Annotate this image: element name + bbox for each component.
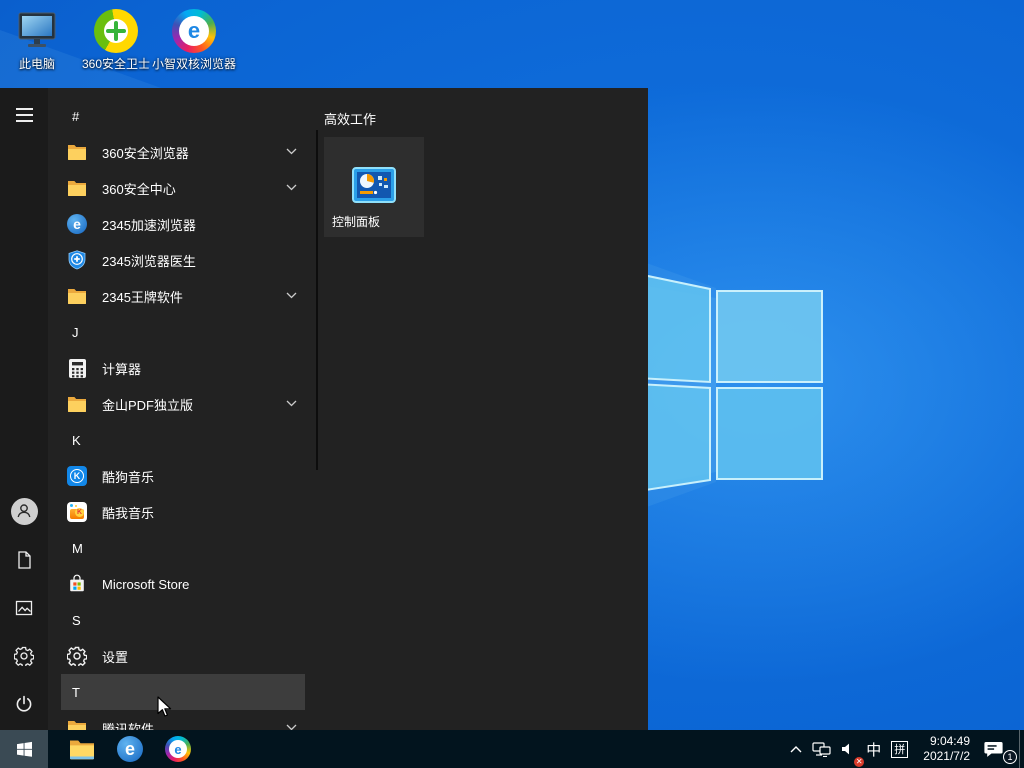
chevron-down-icon <box>286 148 297 155</box>
desktop-icon-label: 360安全卫士 <box>81 57 151 71</box>
app-row-2345-suite[interactable]: 2345王牌软件 <box>61 278 305 314</box>
browser-e-icon: e <box>117 736 143 762</box>
app-list-header[interactable]: S <box>61 602 305 638</box>
app-list-header[interactable]: K <box>61 422 305 458</box>
app-list-header[interactable]: # <box>61 98 305 134</box>
taskbar-file-explorer-button[interactable] <box>62 730 102 768</box>
tile-label: 控制面板 <box>332 215 381 229</box>
show-desktop-button[interactable] <box>1019 730 1024 768</box>
taskbar: e e ✕ 中 拼 9:04:49 2021/7/2 1 <box>0 730 1024 768</box>
tray-hidden-icons-button[interactable] <box>785 730 807 768</box>
app-list-header[interactable]: M <box>61 530 305 566</box>
app-row-tencent-software[interactable]: 腾讯软件 <box>61 710 305 730</box>
rail-hamburger-button[interactable] <box>0 91 48 139</box>
chevron-down-icon <box>286 184 297 191</box>
xiaozhi-browser-icon: e <box>165 736 191 762</box>
tile-control-panel[interactable]: 控制面板 <box>324 137 424 237</box>
browser-e-icon: e <box>66 213 88 235</box>
volume-muted-icon <box>842 743 850 755</box>
power-icon <box>16 695 32 712</box>
desktop-icon-360-safety[interactable]: 360安全卫士 <box>73 8 159 71</box>
rail-account-button[interactable] <box>0 487 48 535</box>
app-row-kugou-music[interactable]: K 酷狗音乐 <box>61 458 305 494</box>
network-icon <box>812 741 831 757</box>
app-row-kuwo-music[interactable]: K 酷我音乐 <box>61 494 305 530</box>
app-row-microsoft-store[interactable]: Microsoft Store <box>61 566 305 602</box>
user-icon <box>10 497 38 525</box>
gear-icon <box>14 646 34 666</box>
chevron-down-icon <box>286 292 297 299</box>
tray-volume-button[interactable]: ✕ <box>836 730 865 768</box>
control-panel-icon <box>352 167 396 208</box>
pinyin-indicator: 拼 <box>891 740 909 758</box>
app-row-kingsoft-pdf[interactable]: 金山PDF独立版 <box>61 386 305 422</box>
shield-plus-icon <box>66 249 88 271</box>
picture-icon <box>15 600 33 616</box>
app-row-calculator[interactable]: 计算器 <box>61 350 305 386</box>
microsoft-store-icon <box>66 573 88 595</box>
settings-gear-icon <box>66 645 88 667</box>
tray-ime-mode[interactable]: 中 <box>861 730 886 768</box>
kugou-icon: K <box>66 465 88 487</box>
file-explorer-icon <box>70 740 94 760</box>
kuwo-icon: K <box>66 501 88 523</box>
taskbar-clock[interactable]: 9:04:49 2021/7/2 <box>913 734 978 764</box>
tiles-group-title[interactable]: 高效工作 <box>324 109 376 128</box>
hamburger-icon <box>15 108 33 122</box>
app-list-header-highlighted[interactable]: T <box>61 674 305 710</box>
start-button[interactable] <box>0 730 48 768</box>
notification-badge: 1 <box>1003 750 1017 764</box>
xiaozhi-browser-icon: e <box>171 8 217 54</box>
folder-icon <box>66 177 88 199</box>
rail-power-button[interactable] <box>0 680 48 728</box>
folder-icon <box>66 393 88 415</box>
clock-date: 2021/7/2 <box>923 749 970 763</box>
rail-pictures-button[interactable] <box>0 584 48 632</box>
clock-time: 9:04:49 <box>929 734 970 748</box>
calculator-icon <box>66 357 88 379</box>
document-icon <box>18 551 31 569</box>
app-list-header[interactable]: J <box>61 314 305 350</box>
chevron-up-icon <box>790 746 802 753</box>
app-row-settings[interactable]: 设置 <box>61 638 305 674</box>
desktop-icon-xiaozhi-browser[interactable]: e 小智双核浏览器 <box>151 8 237 71</box>
app-row-360-center[interactable]: 360安全中心 <box>61 170 305 206</box>
app-list-scrollbar[interactable] <box>316 130 318 470</box>
chevron-down-icon <box>286 400 297 407</box>
taskbar-xiaozhi-browser-button[interactable]: e <box>158 730 198 768</box>
app-row-2345-doctor[interactable]: 2345浏览器医生 <box>61 242 305 278</box>
360-safety-icon <box>93 8 139 54</box>
windows-logo-icon <box>16 741 32 757</box>
rail-documents-button[interactable] <box>0 536 48 584</box>
app-row-2345-browser[interactable]: e 2345加速浏览器 <box>61 206 305 242</box>
notification-icon <box>984 741 1003 757</box>
start-menu-rail <box>0 88 48 730</box>
tray-ime-layout[interactable]: 拼 <box>886 730 913 768</box>
rail-settings-button[interactable] <box>0 632 48 680</box>
desktop-icon-label: 小智双核浏览器 <box>151 57 236 71</box>
system-tray: ✕ 中 拼 9:04:49 2021/7/2 1 <box>785 730 1024 768</box>
folder-icon <box>66 717 88 730</box>
taskbar-2345-browser-button[interactable]: e <box>110 730 150 768</box>
desktop-icon-this-pc[interactable]: 此电脑 <box>0 8 80 71</box>
this-pc-icon <box>14 8 60 54</box>
start-menu: # 360安全浏览器 360安全中心 e 2345加速浏览器 2345浏览器医生… <box>0 88 648 730</box>
folder-icon <box>66 285 88 307</box>
desktop-icon-label: 此电脑 <box>18 57 55 71</box>
start-menu-app-list: # 360安全浏览器 360安全中心 e 2345加速浏览器 2345浏览器医生… <box>48 98 318 730</box>
tray-network-button[interactable] <box>807 730 836 768</box>
action-center-button[interactable]: 1 <box>978 730 1019 768</box>
folder-icon <box>66 141 88 163</box>
app-row-360-browser[interactable]: 360安全浏览器 <box>61 134 305 170</box>
